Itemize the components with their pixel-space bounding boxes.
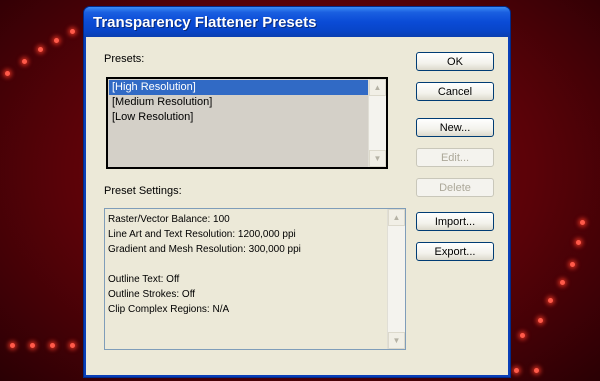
background-light [54,38,59,43]
preset-item-high-resolution[interactable]: [High Resolution] [109,80,368,95]
presets-scrollbar[interactable]: ▲ ▼ [368,79,386,167]
settings-line: Line Art and Text Resolution: 1200,000 p… [108,229,296,240]
background-light [534,368,539,373]
background-light [50,343,55,348]
import-button[interactable]: Import... [416,212,494,231]
background-light [576,240,581,245]
presets-list[interactable]: [High Resolution] [Medium Resolution] [L… [106,77,388,169]
preset-settings-label: Preset Settings: [104,185,182,197]
export-button[interactable]: Export... [416,242,494,261]
background-light [38,47,43,52]
new-preset-button[interactable]: New... [416,118,494,137]
background-light [560,280,565,285]
chevron-down-icon: ▼ [373,154,382,163]
presets-label: Presets: [104,53,145,65]
chevron-down-icon: ▼ [392,336,401,345]
settings-scrollbar[interactable]: ▲ ▼ [387,209,405,349]
window-title: Transparency Flattener Presets [93,13,317,31]
background-light [570,262,575,267]
preset-item-low-resolution[interactable]: [Low Resolution] [109,110,368,125]
settings-line [108,257,386,272]
chevron-up-icon: ▲ [373,83,382,92]
background-light [580,220,585,225]
background-light [70,343,75,348]
settings-line: Raster/Vector Balance: 100 [108,214,230,225]
preset-settings-text[interactable]: Raster/Vector Balance: 100 Line Art and … [104,208,406,350]
scroll-down-button[interactable]: ▼ [369,150,386,167]
background-light [538,318,543,323]
settings-line: Clip Complex Regions: N/A [108,304,230,315]
background-light [514,368,519,373]
settings-line: Outline Strokes: Off [108,289,196,300]
delete-preset-button[interactable]: Delete [416,178,494,197]
ok-button[interactable]: OK [416,52,494,71]
background-light [548,298,553,303]
preset-item-medium-resolution[interactable]: [Medium Resolution] [109,95,368,110]
background-light [520,333,525,338]
scroll-up-button[interactable]: ▲ [388,209,405,226]
title-bar[interactable]: Transparency Flattener Presets [84,7,510,37]
cancel-button[interactable]: Cancel [416,82,494,101]
settings-line: Gradient and Mesh Resolution: 300,000 pp… [108,244,301,255]
settings-line: Outline Text: Off [108,274,180,285]
dialog-window: Transparency Flattener Presets Presets: … [84,7,510,377]
background-light [10,343,15,348]
background-light [30,343,35,348]
edit-preset-button[interactable]: Edit... [416,148,494,167]
chevron-up-icon: ▲ [392,213,401,222]
scroll-up-button[interactable]: ▲ [369,79,386,96]
background-light [5,71,10,76]
scroll-down-button[interactable]: ▼ [388,332,405,349]
background-light [70,29,75,34]
background-light [22,59,27,64]
